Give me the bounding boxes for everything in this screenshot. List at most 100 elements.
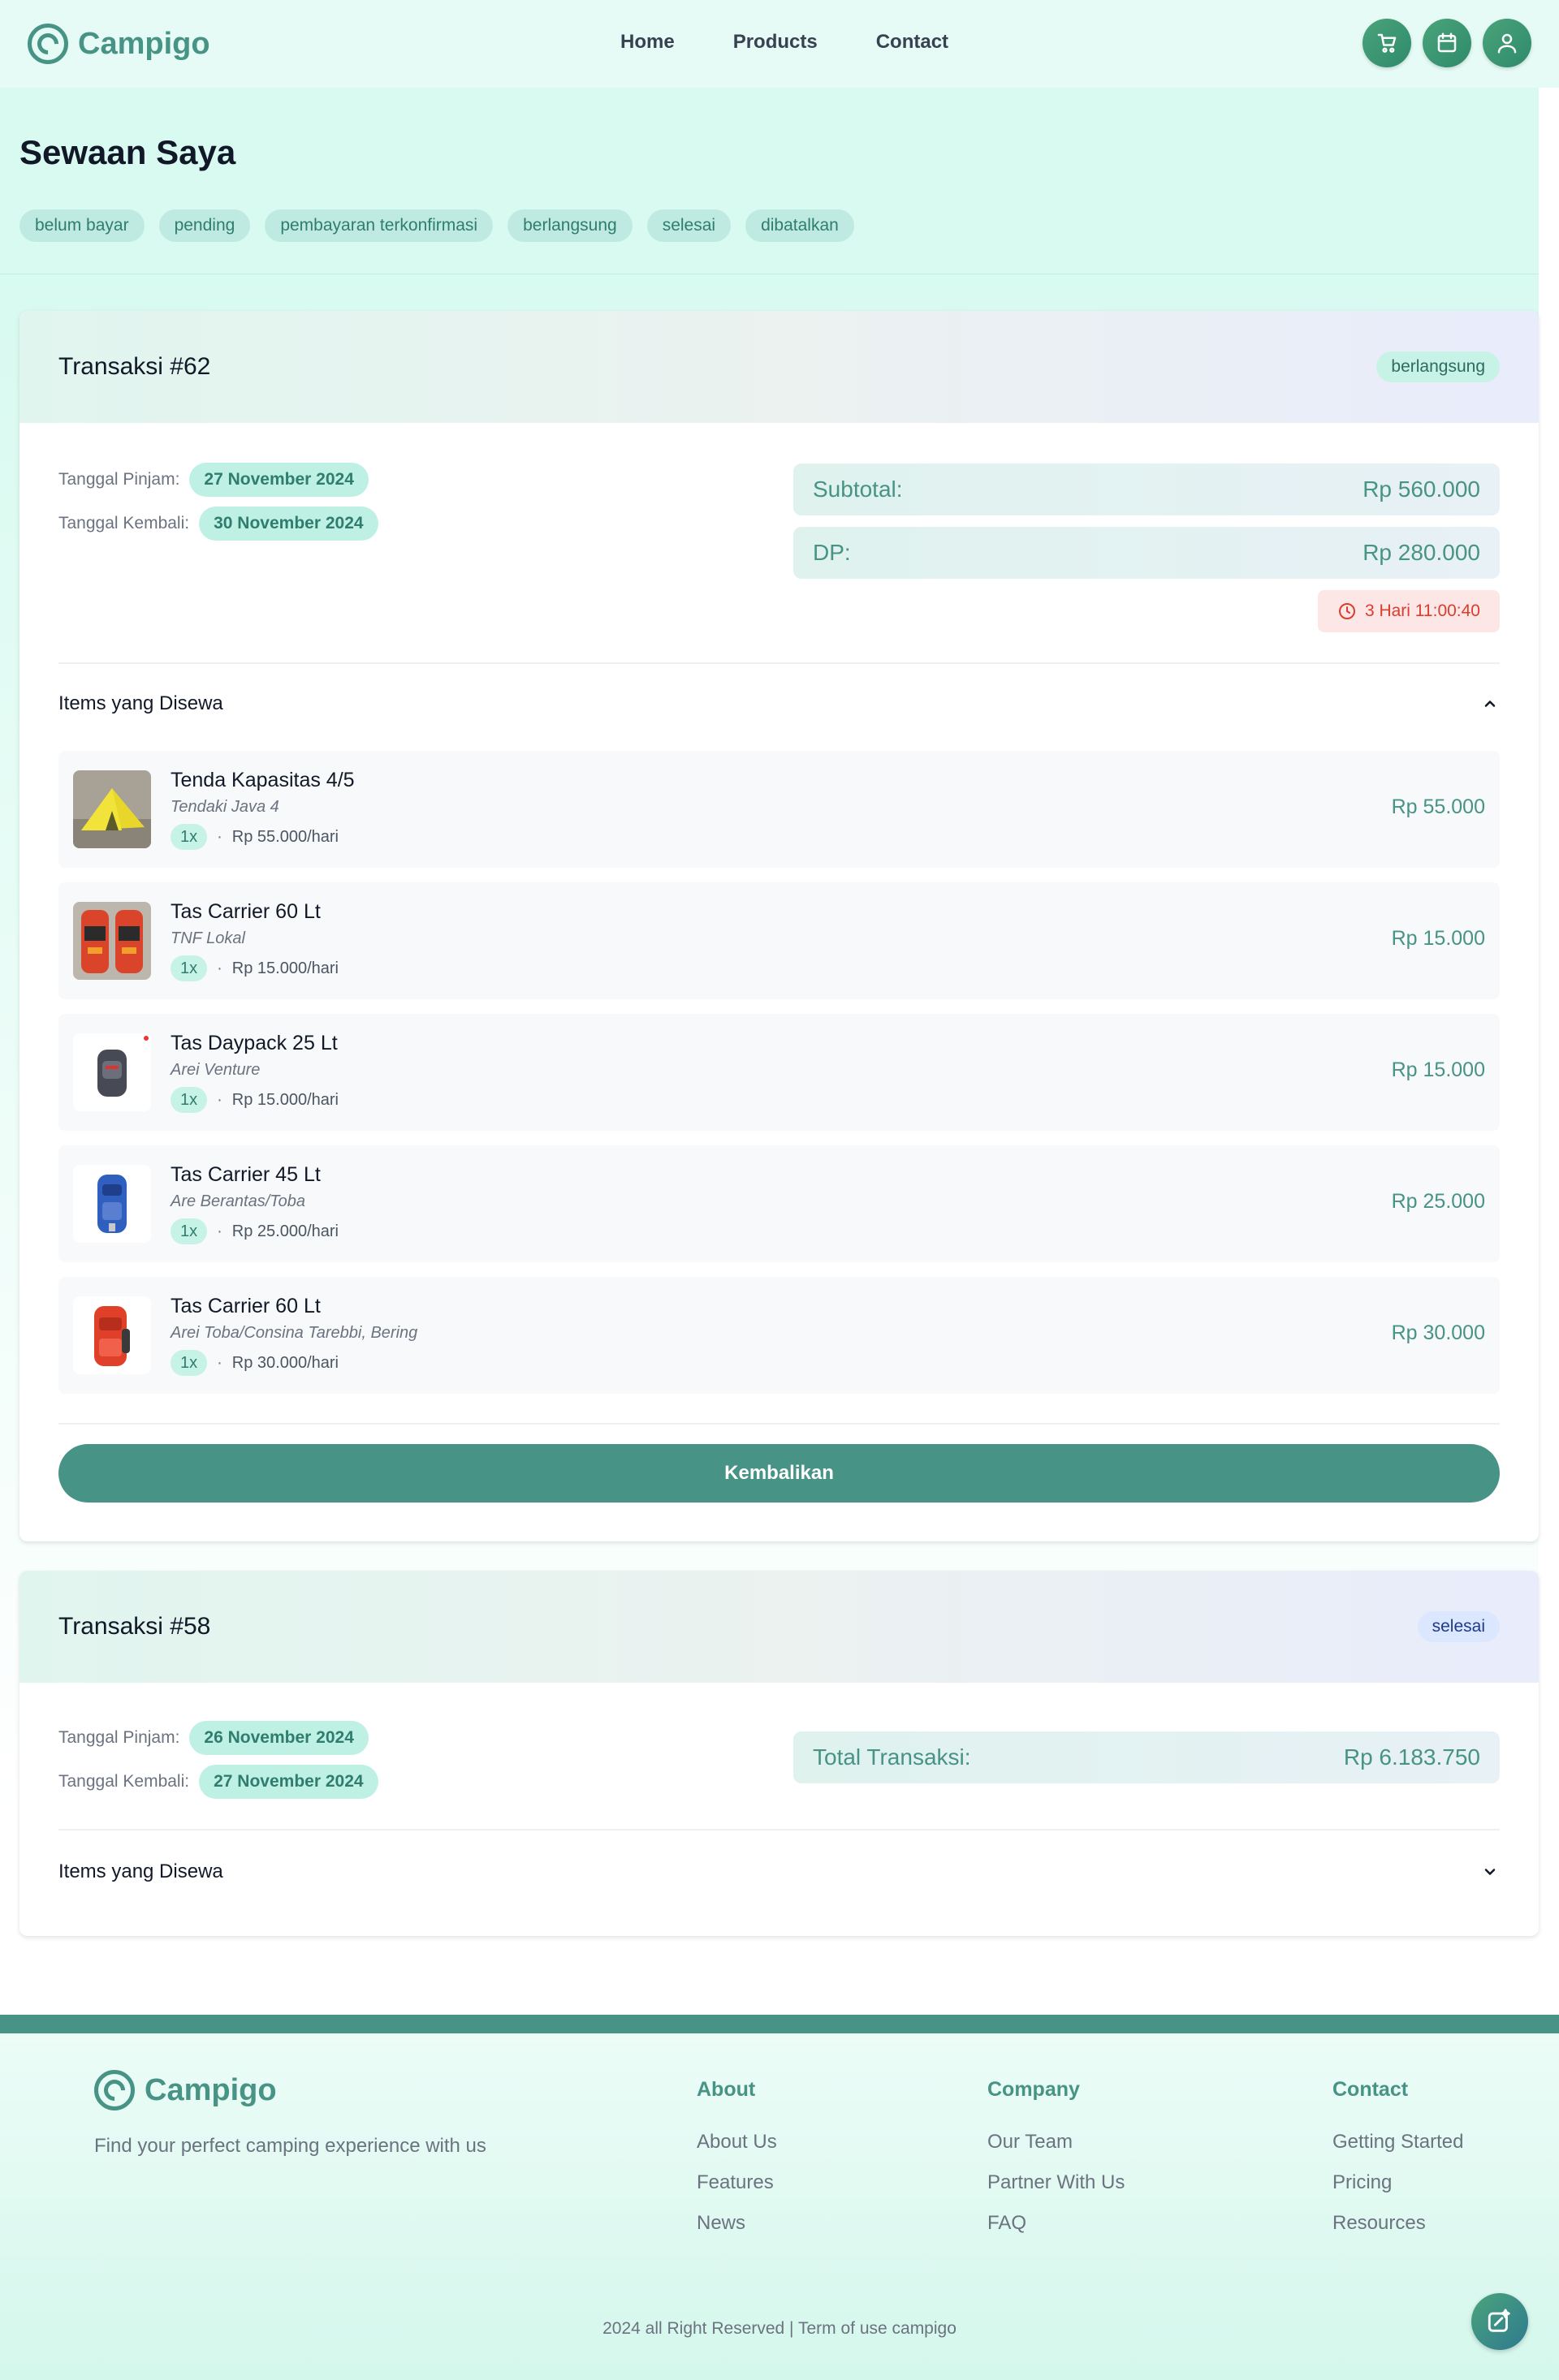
footer-link-getting-started[interactable]: Getting Started: [1332, 2131, 1463, 2154]
footer-tagline: Find your perfect camping experience wit…: [94, 2135, 486, 2157]
quantity-badge: 1x: [171, 955, 208, 981]
items-heading: Items yang Disewa: [58, 1860, 223, 1882]
status-filter-bar: belum bayar pending pembayaran terkonfir…: [19, 209, 854, 242]
campigo-logo-icon: [28, 24, 68, 64]
footer-brand[interactable]: Campigo: [94, 2070, 277, 2111]
nav-home[interactable]: Home: [620, 31, 675, 54]
brand-logo-link[interactable]: Campigo: [28, 24, 210, 64]
rental-item: Tas Daypack 25 Lt Arei Venture 1x · Rp 1…: [58, 1014, 1500, 1131]
item-brand: Arei Toba/Consina Tarebbi, Bering: [171, 1324, 418, 1342]
item-name: Tas Carrier 60 Lt: [171, 1295, 321, 1317]
item-brand: TNF Lokal: [171, 929, 245, 947]
footer-brand-name: Campigo: [145, 2072, 277, 2107]
item-price: Rp 15.000: [1391, 927, 1485, 950]
item-name: Tenda Kapasitas 4/5: [171, 769, 355, 791]
ai-assistant-button[interactable]: [1471, 2293, 1528, 2350]
item-price: Rp 55.000: [1391, 795, 1485, 818]
daily-rate: Rp 30.000/hari: [231, 1353, 339, 1372]
chevron-down-icon: [1480, 1862, 1500, 1882]
transaction-title: Transaksi #58: [58, 1613, 211, 1640]
rental-item: Tas Carrier 45 Lt Are Berantas/Toba 1x ·…: [58, 1145, 1500, 1262]
rentals-button[interactable]: [1423, 19, 1471, 67]
footer-link-about-us[interactable]: About Us: [697, 2131, 777, 2154]
footer-link-faq[interactable]: FAQ: [987, 2212, 1125, 2235]
item-name: Tas Daypack 25 Lt: [171, 1032, 338, 1054]
kembali-date: 30 November 2024: [199, 507, 378, 541]
items-toggle[interactable]: Items yang Disewa: [58, 1860, 1500, 1883]
main-nav: Home Products Contact: [620, 31, 948, 54]
item-price: Rp 25.000: [1391, 1190, 1485, 1213]
footer-copyright: 2024 all Right Reserved | Term of use ca…: [602, 2319, 957, 2338]
item-name: Tas Carrier 60 Lt: [171, 900, 321, 923]
footer-link-news[interactable]: News: [697, 2212, 777, 2235]
filter-dibatalkan[interactable]: dibatalkan: [745, 209, 854, 242]
total-value: Rp 6.183.750: [1343, 1744, 1480, 1770]
quantity-badge: 1x: [171, 824, 208, 850]
transaction-card: Transaksi #62 berlangsung Tanggal Pinjam…: [19, 311, 1539, 1541]
chevron-up-icon: [1480, 694, 1500, 714]
kembali-label: Tanggal Kembali:: [58, 1772, 190, 1791]
campigo-logo-icon: [94, 2070, 135, 2111]
footer-link-resources[interactable]: Resources: [1332, 2212, 1463, 2235]
page-title: Sewaan Saya: [19, 133, 236, 171]
product-image: [73, 1296, 151, 1374]
total-box: Total Transaksi: Rp 6.183.750: [793, 1731, 1500, 1783]
product-image: [73, 1033, 151, 1111]
filter-selesai[interactable]: selesai: [646, 209, 732, 242]
items-heading: Items yang Disewa: [58, 692, 223, 714]
footer-link-our-team[interactable]: Our Team: [987, 2131, 1125, 2154]
quantity-badge: 1x: [171, 1087, 208, 1113]
total-label: Total Transaksi:: [813, 1744, 971, 1770]
cart-icon: [1377, 33, 1397, 53]
site-footer: Campigo Find your perfect camping experi…: [0, 2033, 1559, 2380]
divider: [58, 1829, 1500, 1830]
kembali-label: Tanggal Kembali:: [58, 514, 190, 532]
return-button[interactable]: Kembalikan: [58, 1444, 1500, 1503]
daily-rate: Rp 25.000/hari: [231, 1222, 339, 1240]
rental-dates: Tanggal Pinjam: 27 November 2024 Tanggal…: [58, 463, 378, 550]
item-brand: Are Berantas/Toba: [171, 1192, 306, 1210]
product-image: [73, 770, 151, 848]
item-brand: Arei Venture: [171, 1061, 261, 1079]
filter-pending[interactable]: pending: [158, 209, 251, 242]
item-brand: Tendaki Java 4: [171, 798, 279, 816]
nav-products[interactable]: Products: [733, 31, 818, 54]
dp-value: Rp 280.000: [1363, 540, 1480, 565]
kembali-date: 27 November 2024: [199, 1765, 378, 1799]
product-image: [73, 1165, 151, 1243]
brand-name: Campigo: [78, 26, 210, 61]
pinjam-date: 27 November 2024: [189, 463, 369, 497]
quantity-badge: 1x: [171, 1218, 208, 1244]
footer-link-partner[interactable]: Partner With Us: [987, 2171, 1125, 2194]
nav-contact[interactable]: Contact: [876, 31, 948, 54]
items-toggle[interactable]: Items yang Disewa: [58, 692, 1500, 715]
site-header: Campigo Home Products Contact: [0, 0, 1559, 88]
rental-item: Tenda Kapasitas 4/5 Tendaki Java 4 1x · …: [58, 751, 1500, 868]
page-title-section: Sewaan Saya belum bayar pending pembayar…: [0, 88, 1539, 274]
divider: [58, 662, 1500, 664]
footer-link-features[interactable]: Features: [697, 2171, 777, 2194]
countdown-text: 3 Hari 11:00:40: [1364, 601, 1480, 620]
footer-column-title: Company: [987, 2078, 1080, 2101]
user-icon: [1497, 33, 1517, 54]
rental-dates: Tanggal Pinjam: 26 November 2024 Tanggal…: [58, 1721, 378, 1809]
footer-link-pricing[interactable]: Pricing: [1332, 2171, 1463, 2194]
divider: [58, 1423, 1500, 1425]
transaction-header: Transaksi #58 selesai: [19, 1571, 1539, 1683]
footer-column-about: About About Us Features News: [697, 2078, 777, 2253]
filter-berlangsung[interactable]: berlangsung: [507, 209, 633, 242]
item-price: Rp 15.000: [1391, 1058, 1485, 1081]
clock-icon: [1338, 603, 1355, 619]
item-name: Tas Carrier 45 Lt: [171, 1163, 321, 1186]
item-price: Rp 30.000: [1391, 1322, 1485, 1344]
rental-item: Tas Carrier 60 Lt Arei Toba/Consina Tare…: [58, 1277, 1500, 1394]
product-image: [73, 902, 151, 980]
dp-box: DP: Rp 280.000: [793, 527, 1500, 579]
cart-button[interactable]: [1363, 19, 1411, 67]
daily-rate: Rp 55.000/hari: [231, 827, 339, 846]
calendar-icon: [1437, 32, 1457, 53]
filter-belum-bayar[interactable]: belum bayar: [19, 209, 145, 242]
filter-pembayaran-terkonfirmasi[interactable]: pembayaran terkonfirmasi: [265, 209, 494, 242]
profile-button[interactable]: [1483, 19, 1531, 67]
daily-rate: Rp 15.000/hari: [231, 1090, 339, 1109]
